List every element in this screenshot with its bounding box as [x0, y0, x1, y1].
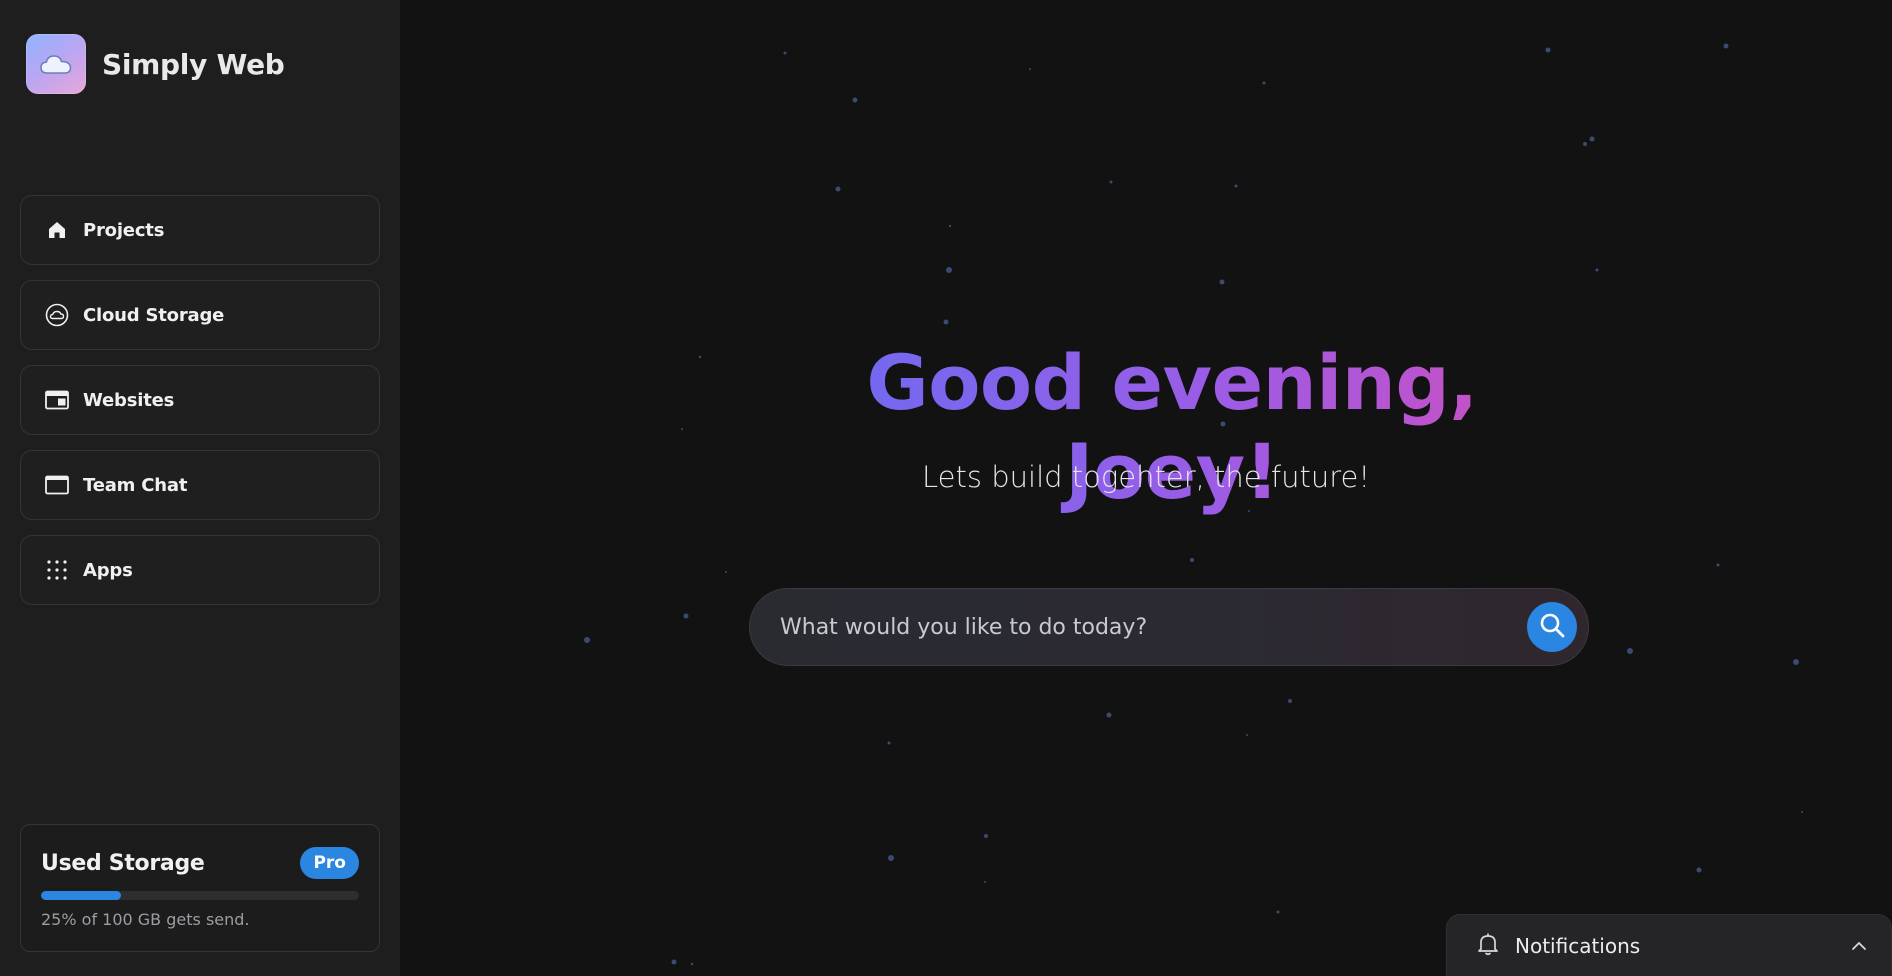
- notifications-label: Notifications: [1515, 933, 1641, 958]
- sidebar: Simply Web Projects Cloud Storage Websit…: [0, 0, 400, 976]
- sidebar-item-projects[interactable]: Projects: [20, 195, 380, 265]
- storage-progress-bar: [41, 891, 359, 900]
- sidebar-nav: Projects Cloud Storage Websites Team Cha…: [20, 195, 380, 620]
- sidebar-item-team-chat[interactable]: Team Chat: [20, 450, 380, 520]
- sidebar-item-apps[interactable]: Apps: [20, 535, 380, 605]
- search-button[interactable]: [1527, 602, 1577, 652]
- grid-dots-icon: [45, 558, 69, 582]
- sidebar-item-websites[interactable]: Websites: [20, 365, 380, 435]
- home-icon: [45, 218, 69, 242]
- sidebar-item-label: Cloud Storage: [83, 304, 225, 326]
- bell-icon: [1477, 932, 1499, 960]
- cloud-icon: [45, 303, 69, 327]
- brand[interactable]: Simply Web: [26, 34, 285, 94]
- search-icon: [1539, 612, 1565, 642]
- notifications-panel-toggle[interactable]: Notifications: [1446, 914, 1892, 976]
- sidebar-item-cloud-storage[interactable]: Cloud Storage: [20, 280, 380, 350]
- sidebar-item-label: Projects: [83, 219, 165, 241]
- storage-progress-fill: [41, 891, 121, 900]
- storage-caption: 25% of 100 GB gets send.: [41, 910, 250, 929]
- storage-card: Used Storage Pro 25% of 100 GB gets send…: [20, 824, 380, 952]
- chevron-up-icon[interactable]: [1851, 936, 1867, 955]
- pro-badge[interactable]: Pro: [300, 847, 359, 879]
- app-root: Simply Web Projects Cloud Storage Websit…: [0, 0, 1892, 976]
- main-content: Good evening, Joey! Lets build togehter,…: [400, 0, 1892, 976]
- search-bar: [749, 588, 1589, 666]
- sidebar-item-label: Websites: [83, 389, 175, 411]
- window-icon: [45, 473, 69, 497]
- greeting-subtitle: Lets build togehter, the future!: [922, 460, 1370, 494]
- brand-name: Simply Web: [102, 47, 285, 81]
- browser-icon: [45, 388, 69, 412]
- storage-title: Used Storage: [41, 850, 205, 876]
- cloud-logo-icon: [26, 34, 86, 94]
- sidebar-item-label: Apps: [83, 559, 133, 581]
- sidebar-item-label: Team Chat: [83, 474, 188, 496]
- storage-header: Used Storage Pro: [41, 847, 359, 879]
- search-input[interactable]: [780, 614, 1527, 640]
